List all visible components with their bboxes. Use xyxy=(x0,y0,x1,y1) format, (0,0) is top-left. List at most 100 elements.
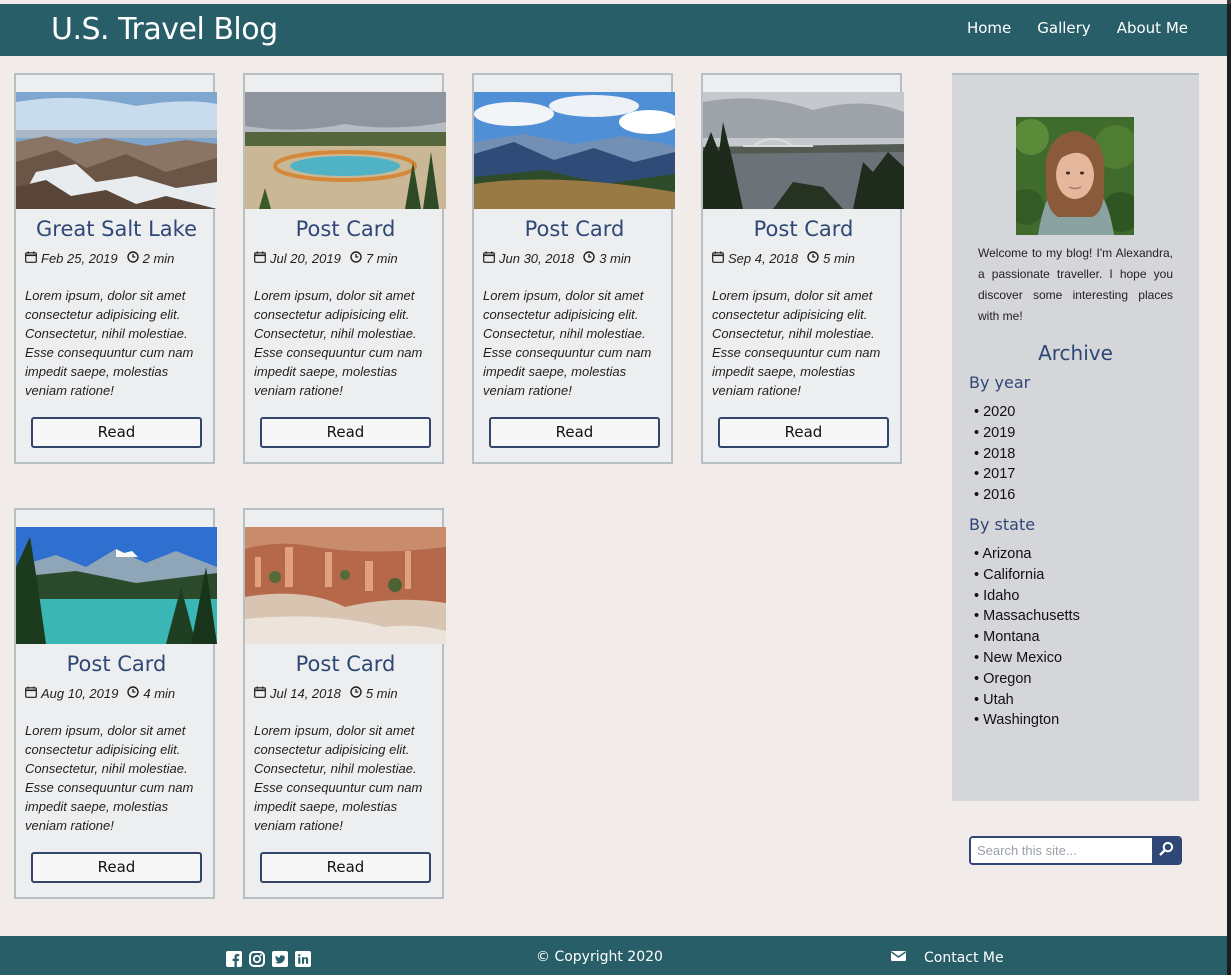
twitter-icon[interactable] xyxy=(272,951,288,967)
linkedin-icon[interactable] xyxy=(295,951,311,967)
post-read-time: 5 min xyxy=(365,686,398,701)
contact-link[interactable]: Contact Me xyxy=(891,949,1004,967)
read-button[interactable]: Read xyxy=(489,417,660,448)
post-image[interactable] xyxy=(245,527,446,644)
post-read-time: 3 min xyxy=(599,251,631,266)
post-read-time: 5 min xyxy=(823,251,855,266)
post-read-time: 4 min xyxy=(143,686,176,701)
post-title[interactable]: Great Salt Lake xyxy=(16,217,217,241)
post-card: Post Card Jun 30, 2018 3 min Lorem ipsum, d… xyxy=(472,73,675,464)
search-input[interactable] xyxy=(971,838,1154,863)
post-date: Feb 25, 2019 xyxy=(41,251,118,266)
social-links xyxy=(226,951,311,967)
archive-state-link[interactable]: Montana xyxy=(974,627,1080,648)
post-title[interactable]: Post Card xyxy=(245,652,446,676)
envelope-icon xyxy=(891,949,906,967)
archive-year-link[interactable]: 2019 xyxy=(974,423,1015,444)
archive-year-link[interactable]: 2020 xyxy=(974,402,1015,423)
calendar-icon xyxy=(25,251,37,266)
post-excerpt: Lorem ipsum, dolor sit amet consectetur … xyxy=(25,723,194,833)
post-image[interactable] xyxy=(16,92,217,209)
main-nav: Home Gallery About Me xyxy=(967,19,1188,37)
contact-label: Contact Me xyxy=(924,950,1004,966)
archive-state-link[interactable]: New Mexico xyxy=(974,648,1080,669)
post-meta: Aug 10, 2019 4 min xyxy=(25,686,175,701)
archive-year-link[interactable]: 2017 xyxy=(974,464,1015,485)
post-meta: Jul 14, 2018 5 min xyxy=(254,686,398,701)
search-box xyxy=(969,836,1182,865)
post-image[interactable] xyxy=(245,92,446,209)
post-card: Post Card Jul 20, 2019 7 min Lorem ipsum, d… xyxy=(243,73,446,464)
instagram-icon[interactable] xyxy=(249,951,265,967)
post-meta: Sep 4, 2018 5 min xyxy=(712,251,855,266)
nav-about-me[interactable]: About Me xyxy=(1117,19,1188,37)
site-header: U.S. Travel Blog Home Gallery About Me xyxy=(0,4,1227,56)
post-date: Jun 30, 2018 xyxy=(499,251,575,266)
clock-icon xyxy=(127,686,140,701)
post-title[interactable]: Post Card xyxy=(474,217,675,241)
search-button[interactable] xyxy=(1152,838,1180,863)
archive-state-link[interactable]: California xyxy=(974,565,1080,586)
archive-state-link[interactable]: Idaho xyxy=(974,586,1080,607)
avatar xyxy=(1016,117,1134,235)
nav-home[interactable]: Home xyxy=(967,19,1011,37)
clock-icon xyxy=(350,686,362,701)
read-button[interactable]: Read xyxy=(260,852,431,883)
post-card: Post Card Jul 14, 2018 5 min Lorem ipsum, d… xyxy=(243,508,446,899)
calendar-icon xyxy=(254,251,266,266)
page: U.S. Travel Blog Home Gallery About Me G… xyxy=(0,0,1227,975)
read-button[interactable]: Read xyxy=(31,417,202,448)
site-footer: © Copyright 2020 Contact Me xyxy=(0,936,1227,975)
archive-year-link[interactable]: 2018 xyxy=(974,444,1015,465)
post-card: Great Salt Lake Feb 25, 2019 2 min Lorem ip… xyxy=(14,73,217,464)
author-bio: Welcome to my blog! I'm Alexandra, a pas… xyxy=(978,246,1173,323)
post-image[interactable] xyxy=(703,92,904,209)
clock-icon xyxy=(583,251,595,266)
post-date: Aug 10, 2019 xyxy=(41,686,119,701)
post-title[interactable]: Post Card xyxy=(16,652,217,676)
post-read-time: 2 min xyxy=(142,251,175,266)
archive-state-link[interactable]: Oregon xyxy=(974,669,1080,690)
archive-state-link[interactable]: Massachusetts xyxy=(974,606,1080,627)
post-card: Post Card Aug 10, 2019 4 min Lorem ipsum, d… xyxy=(14,508,217,899)
read-button[interactable]: Read xyxy=(718,417,889,448)
read-button[interactable]: Read xyxy=(260,417,431,448)
post-title[interactable]: Post Card xyxy=(245,217,446,241)
post-meta: Jun 30, 2018 3 min xyxy=(483,251,631,266)
post-image[interactable] xyxy=(16,527,217,644)
site-title[interactable]: U.S. Travel Blog xyxy=(51,12,278,47)
post-read-time: 7 min xyxy=(365,251,398,266)
post-excerpt: Lorem ipsum, dolor sit amet consectetur … xyxy=(712,288,881,398)
clock-icon xyxy=(807,251,819,266)
state-list: ArizonaCaliforniaIdahoMassachusettsMonta… xyxy=(974,544,1080,731)
archive-title: Archive xyxy=(1038,341,1113,365)
facebook-icon[interactable] xyxy=(226,951,242,967)
post-image[interactable] xyxy=(474,92,675,209)
post-excerpt: Lorem ipsum, dolor sit amet consectetur … xyxy=(483,288,652,398)
sidebar: Welcome to my blog! I'm Alexandra, a pas… xyxy=(952,73,1199,801)
post-meta: Feb 25, 2019 2 min xyxy=(25,251,174,266)
archive-state-link[interactable]: Washington xyxy=(974,710,1080,731)
post-date: Jul 20, 2019 xyxy=(270,251,341,266)
post-excerpt: Lorem ipsum, dolor sit amet consectetur … xyxy=(254,723,423,833)
calendar-icon xyxy=(25,686,37,701)
search-icon xyxy=(1158,841,1174,861)
copyright: © Copyright 2020 xyxy=(536,949,663,965)
nav-gallery[interactable]: Gallery xyxy=(1037,19,1090,37)
clock-icon xyxy=(126,251,139,266)
post-card: Post Card Sep 4, 2018 5 min Lorem ipsum, do… xyxy=(701,73,904,464)
calendar-icon xyxy=(712,251,724,266)
archive-state-link[interactable]: Utah xyxy=(974,690,1080,711)
archive-year-link[interactable]: 2016 xyxy=(974,485,1015,506)
post-date: Jul 14, 2018 xyxy=(270,686,341,701)
by-state-heading: By state xyxy=(969,515,1036,534)
post-meta: Jul 20, 2019 7 min xyxy=(254,251,398,266)
read-button[interactable]: Read xyxy=(31,852,202,883)
clock-icon xyxy=(350,251,362,266)
calendar-icon xyxy=(254,686,266,701)
archive-state-link[interactable]: Arizona xyxy=(974,544,1080,565)
post-title[interactable]: Post Card xyxy=(703,217,904,241)
post-excerpt: Lorem ipsum, dolor sit amet consectetur … xyxy=(254,288,423,398)
calendar-icon xyxy=(483,251,495,266)
by-year-heading: By year xyxy=(969,373,1031,392)
